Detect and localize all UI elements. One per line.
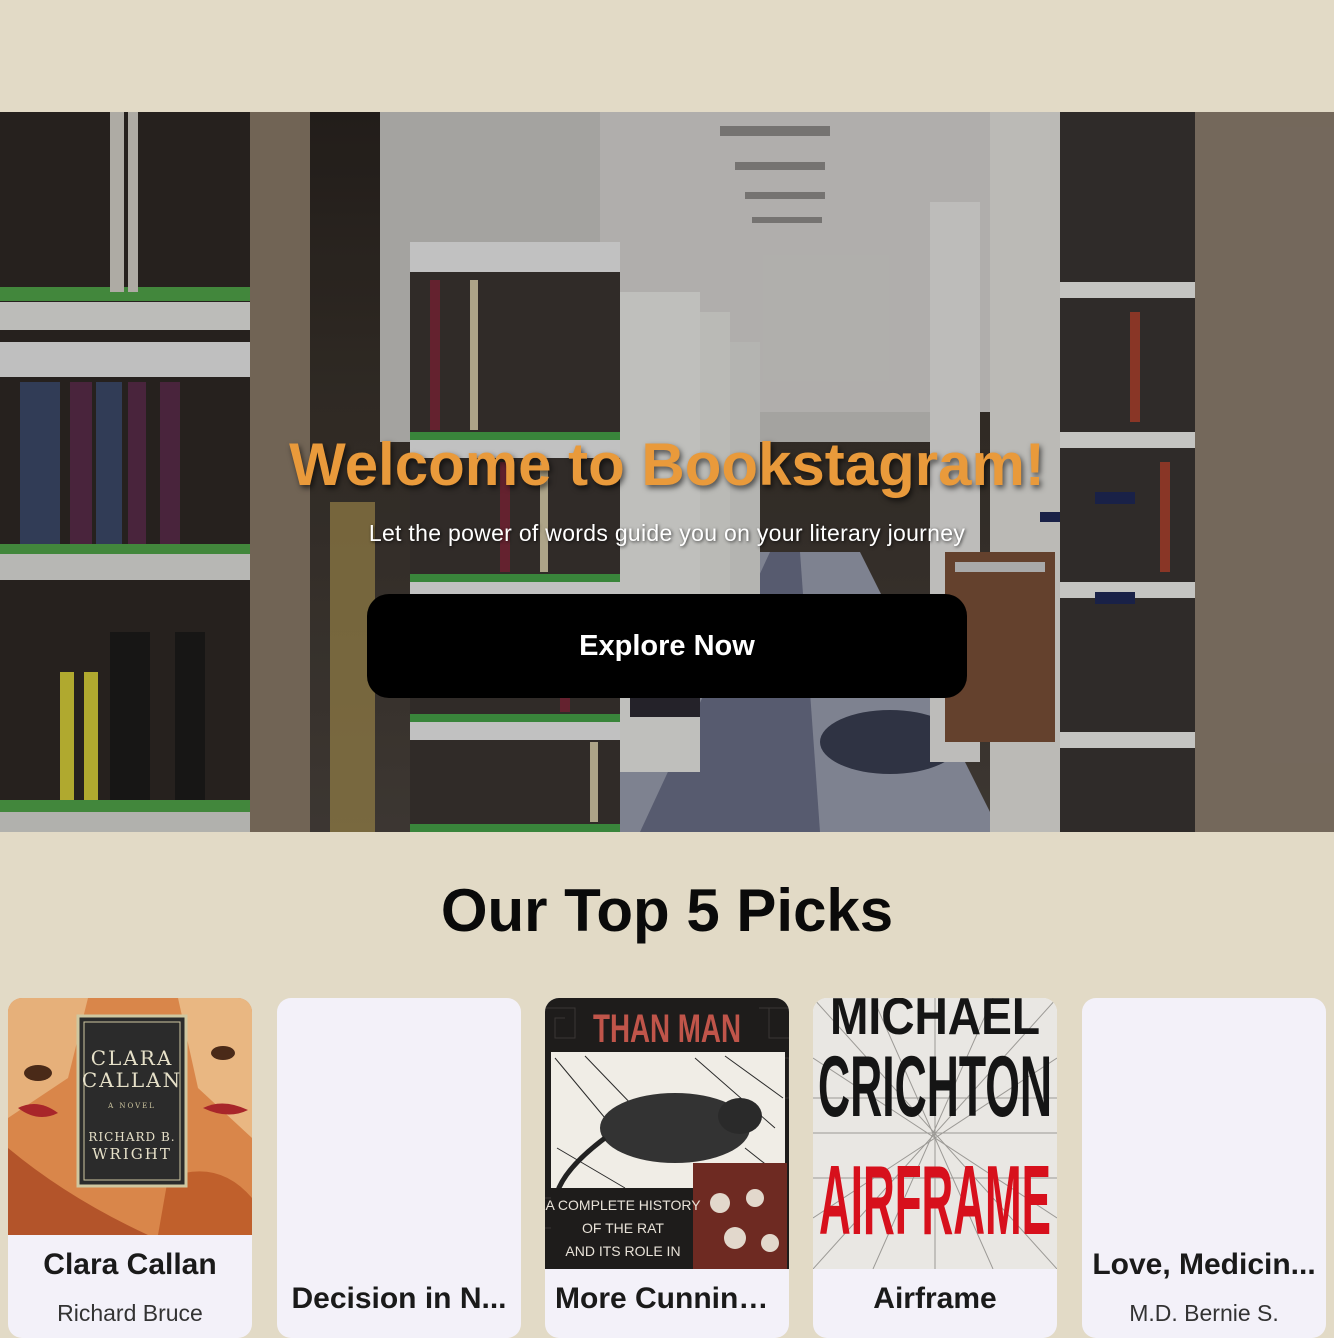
book-title: Decision in N... [291, 1282, 507, 1315]
cover-text: WRIGHT [92, 1145, 172, 1163]
top-picks-heading: Our Top 5 Picks [440, 877, 894, 944]
book-title: Airframe [873, 1282, 997, 1315]
book-title: Love, Medicin... [1092, 1248, 1316, 1281]
book-author: M.D. Bernie S. [1129, 1300, 1279, 1326]
cover-text: CALLAN [82, 1068, 182, 1092]
book-card-love-medicine[interactable]: Love, Medicin... M.D. Bernie S. [1082, 998, 1326, 1338]
book-card-airframe[interactable]: MICHAEL CRICHTON AIRFRAME Airframe [813, 998, 1057, 1338]
book-title: More Cunning... [555, 1282, 779, 1315]
airframe-cover-image: MICHAEL CRICHTON AIRFRAME [813, 998, 1057, 1269]
cover-text: CLARA [91, 1046, 174, 1070]
more-cunning-than-man-cover-image: THAN MAN A COMPLETE HISTORY OF THE RAT A… [545, 998, 789, 1269]
hero-subtitle: Let the power of words guide you on your… [368, 520, 966, 546]
cover-text: THAN MAN [593, 1007, 741, 1051]
cover-text: A COMPLETE HISTORY [545, 1197, 701, 1213]
clara-callan-cover-image: CLARA CALLAN A NOVEL RICHARD B. WRIGHT [8, 998, 252, 1235]
cover-text: CRICHTON [818, 1039, 1052, 1135]
explore-now-button[interactable]: Explore Now [367, 594, 967, 698]
cover-text: OF THE RAT [582, 1220, 664, 1236]
book-card-decision-in-n[interactable]: Decision in N... [277, 998, 521, 1338]
cover-text: AND ITS ROLE IN [565, 1243, 680, 1259]
hero-title: Welcome to Bookstagram! [289, 431, 1045, 498]
book-card-clara-callan[interactable]: CLARA CALLAN A NOVEL RICHARD B. WRIGHT C… [8, 998, 252, 1338]
cover-text: AIRFRAME [819, 1145, 1051, 1255]
book-card-more-cunning[interactable]: THAN MAN A COMPLETE HISTORY OF THE RAT A… [545, 998, 789, 1338]
cover-text: A NOVEL [107, 1102, 156, 1110]
book-title: Clara Callan [43, 1248, 217, 1281]
top-navbar [0, 0, 1334, 112]
cover-text: RICHARD B. [88, 1130, 175, 1144]
book-author: Richard Bruce [57, 1300, 203, 1326]
hero-banner: Welcome to Bookstagram! Let the power of… [0, 112, 1334, 832]
